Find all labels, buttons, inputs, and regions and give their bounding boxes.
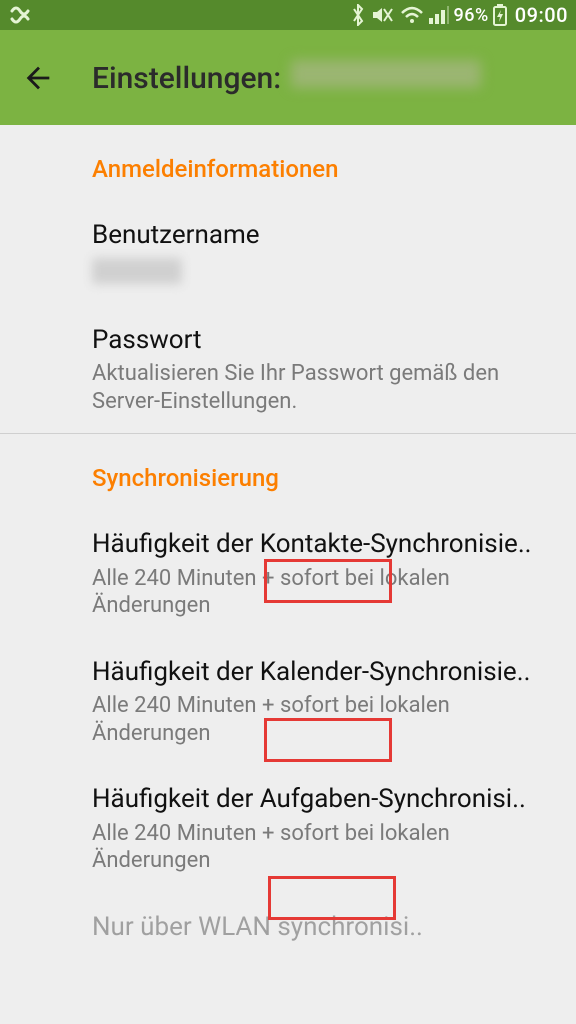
section-header: Anmeldeinformationen	[0, 155, 576, 183]
app-header: Einstellungen:	[0, 30, 576, 125]
row-contacts-sync[interactable]: Häufigkeit der Kontakte-Synchronisie.. A…	[0, 510, 576, 638]
mute-vibrate-icon	[370, 4, 396, 26]
row-title: Passwort	[92, 324, 552, 357]
clock-text: 09:00	[515, 3, 568, 27]
section-sync: Synchronisierung Häufigkeit der Kontakte…	[0, 434, 576, 943]
arrow-left-icon	[21, 61, 55, 95]
android-status-bar: 96% 09:00	[0, 0, 576, 30]
section-header: Synchronisierung	[0, 464, 576, 492]
username-value-redacted	[92, 258, 182, 284]
battery-percent-text: 96%	[454, 5, 489, 26]
row-title: Nur über WLAN synchronisi..	[92, 911, 552, 944]
wifi-icon	[400, 5, 424, 25]
row-wifi-only-sync[interactable]: Nur über WLAN synchronisi..	[0, 893, 576, 944]
row-password[interactable]: Passwort Aktualisieren Sie Ihr Passwort …	[0, 306, 576, 434]
row-tasks-sync[interactable]: Häufigkeit der Aufgaben-Synchronisi.. Al…	[0, 765, 576, 893]
row-subtitle: Alle 240 Minuten + sofort bei lokalen Än…	[92, 565, 552, 620]
status-app-icon	[8, 5, 32, 25]
row-title: Häufigkeit der Kontakte-Synchronisie..	[92, 528, 552, 561]
row-calendar-sync[interactable]: Häufigkeit der Kalender-Synchronisie.. A…	[0, 638, 576, 766]
header-account-redacted	[291, 60, 481, 88]
battery-charging-icon	[493, 4, 507, 26]
row-subtitle: Aktualisieren Sie Ihr Passwort gemäß den…	[92, 360, 552, 415]
row-subtitle: Alle 240 Minuten + sofort bei lokalen Än…	[92, 692, 552, 747]
bluetooth-icon	[350, 4, 366, 26]
signal-icon	[428, 5, 450, 25]
row-title: Häufigkeit der Aufgaben-Synchronisi..	[92, 783, 552, 816]
row-title: Häufigkeit der Kalender-Synchronisie..	[92, 656, 552, 689]
row-subtitle: Alle 240 Minuten + sofort bei lokalen Än…	[92, 820, 552, 875]
row-title: Benutzername	[92, 219, 552, 252]
section-credentials: Anmeldeinformationen Benutzername Passwo…	[0, 125, 576, 433]
row-username[interactable]: Benutzername	[0, 201, 576, 306]
header-title-text: Einstellungen:	[92, 61, 281, 96]
settings-content: Anmeldeinformationen Benutzername Passwo…	[0, 125, 576, 943]
back-button[interactable]	[8, 48, 68, 108]
